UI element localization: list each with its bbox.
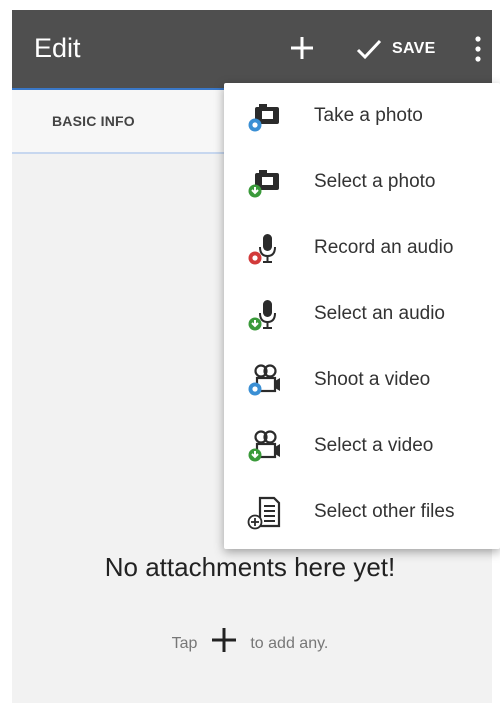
add-attachment-button[interactable]	[288, 34, 316, 62]
menu-item-label: Select a video	[314, 435, 434, 456]
camera-capture-icon	[248, 104, 279, 132]
hint-suffix: to add any.	[250, 635, 329, 653]
empty-state-hint: Tap to add any.	[0, 628, 500, 658]
menu-item-label: Select a photo	[314, 171, 436, 192]
mic-record-icon	[248, 234, 276, 265]
plus-icon	[291, 37, 313, 59]
hint-prefix: Tap	[171, 635, 198, 653]
menu-item-record-audio[interactable]: Record an audio	[224, 215, 500, 281]
empty-state-title: No attachments here yet!	[104, 552, 396, 582]
menu-item-label: Select an audio	[314, 303, 445, 324]
plus-icon	[211, 628, 236, 652]
camera-select-icon	[248, 170, 279, 198]
page-title: Edit	[34, 33, 81, 63]
more-options-button[interactable]	[472, 34, 484, 64]
tab-basic-info[interactable]: BASIC INFO	[52, 113, 135, 129]
save-label: SAVE	[392, 40, 436, 57]
menu-item-label: Record an audio	[314, 237, 454, 258]
file-add-icon	[247, 496, 281, 530]
video-select-icon	[248, 430, 280, 462]
attachment-menu: Take a photo Select a photo Record an au…	[224, 83, 500, 549]
menu-item-label: Select other files	[314, 501, 455, 522]
save-button[interactable]: SAVE	[356, 32, 436, 66]
check-icon	[356, 39, 382, 60]
menu-item-take-photo[interactable]: Take a photo	[224, 83, 500, 149]
app-bar: Edit SAVE	[12, 10, 492, 88]
menu-item-select-audio[interactable]: Select an audio	[224, 281, 500, 347]
more-vert-icon	[475, 36, 481, 62]
menu-item-select-video[interactable]: Select a video	[224, 413, 500, 479]
menu-item-select-other-files[interactable]: Select other files	[224, 479, 500, 545]
menu-item-shoot-video[interactable]: Shoot a video	[224, 347, 500, 413]
menu-item-label: Shoot a video	[314, 369, 431, 390]
mic-select-icon	[248, 300, 276, 331]
menu-item-label: Take a photo	[314, 105, 423, 126]
video-shoot-icon	[248, 364, 280, 396]
menu-item-select-photo[interactable]: Select a photo	[224, 149, 500, 215]
